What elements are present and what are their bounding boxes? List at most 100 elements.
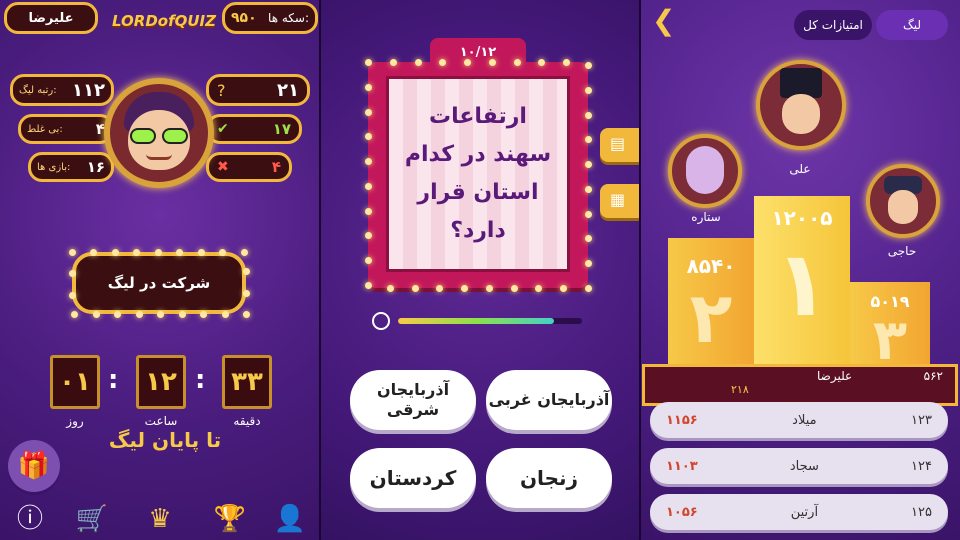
games-label: بازی ها: (37, 161, 71, 173)
remove-answers-button[interactable]: ▦ (600, 184, 640, 218)
gift-button[interactable]: 🎁 (8, 440, 60, 492)
coins-value: ۹۵۰ (231, 10, 257, 26)
marquee-bulb (436, 285, 444, 292)
marquee-bulb (389, 59, 397, 66)
marquee-bulb (585, 210, 592, 218)
third-place-avatar (866, 164, 940, 238)
marquee-bulb (243, 268, 250, 276)
second-place-name: ستاره (691, 210, 721, 224)
marquee-bulb (585, 136, 592, 144)
marquee-bulb (135, 311, 143, 318)
marquee-bulb (365, 83, 372, 91)
remove-answers-icon: ▦ (610, 190, 626, 209)
marquee-bulb (365, 182, 372, 190)
games-value: ۱۶ (86, 158, 105, 176)
marquee-bulb (243, 311, 250, 318)
incorrect-stat: ✖ ۴ (206, 152, 292, 182)
second-place-score: ۸۵۴۰ (686, 254, 736, 278)
timer-hours: ۱۲ (136, 355, 186, 409)
info-icon[interactable]: ⓘ (10, 502, 50, 536)
minutes-label: دقیقه (233, 414, 261, 428)
hours-label: ساعت (144, 414, 178, 428)
marquee-bulb (488, 59, 496, 66)
first-place-name: علی (789, 162, 811, 176)
marquee-bulb (365, 207, 372, 215)
marquee-bulb (178, 311, 186, 318)
marquee-bulb (365, 108, 372, 116)
user-avatar[interactable] (104, 78, 214, 188)
my-name: علیرضا (817, 369, 853, 383)
username-badge[interactable]: علیرضا (4, 2, 98, 34)
third-place-name: حاجی (887, 244, 917, 258)
question-icon: ? (217, 80, 226, 100)
marquee-bulb (157, 311, 165, 318)
trophy-icon[interactable]: 🏆 (210, 502, 250, 536)
marquee-bulb (411, 285, 419, 292)
answer-option-3[interactable]: زنجان (486, 448, 612, 508)
check-icon: ✔ (217, 121, 229, 137)
first-place-pedestal: ۱۲۰۰۵ ۱ (754, 196, 850, 388)
first-place-rank: ۱ (774, 232, 830, 337)
row-score: ۱۱۰۳ (666, 458, 698, 474)
home-screen: علیرضا LORDofQUIZ ۹۵۰ سکه ها: رتبه لیگ: … (0, 0, 320, 540)
marquee-bulb (111, 249, 119, 256)
marquee-bulb (240, 249, 248, 256)
back-chevron-icon[interactable]: ❮ (652, 6, 680, 36)
marquee-bulb (510, 285, 518, 292)
marquee-bulb (386, 285, 394, 292)
tab-total-scores[interactable]: امتیازات کل (794, 10, 872, 40)
question-frame: ارتفاعات سهند در کدام استان قرار دارد؟ (368, 62, 588, 288)
timer-separator: : (195, 365, 206, 395)
join-league-button[interactable]: شرکت در لیگ (72, 252, 246, 314)
coins-badge: ۹۵۰ سکه ها: (222, 2, 318, 34)
marquee-bulb (585, 86, 592, 94)
my-rank: ۵۶۲ (923, 369, 943, 383)
row-rank: ۱۲۳ (911, 412, 932, 428)
answer-option-1[interactable]: آذربایجان غربی (486, 370, 612, 430)
marquee-bulb (365, 282, 372, 289)
questions-stat: ? ۲۱ (206, 74, 310, 106)
my-score: ۲۱۸ (731, 383, 749, 396)
leaderboard-row[interactable]: ۱۰۵۶ آرتین ۱۲۵ (650, 494, 948, 530)
marquee-bulb (154, 249, 162, 256)
marquee-bulb (585, 260, 592, 268)
days-label: روز (66, 414, 84, 428)
marquee-bulb (414, 59, 422, 66)
time-bar (398, 318, 582, 324)
row-score: ۱۱۵۶ (666, 412, 698, 428)
profile-icon[interactable]: 👤 (270, 502, 310, 536)
marquee-bulb (585, 62, 592, 69)
second-place-rank: ۲ (689, 277, 733, 359)
marquee-bulb (585, 285, 592, 292)
first-place-avatar (756, 60, 846, 150)
league-ends-label: تا پایان لیگ (108, 428, 222, 452)
questions-value: ۲۱ (277, 79, 299, 101)
correct-stat: ✔ ۱۷ (206, 114, 302, 144)
leaderboard-row[interactable]: ۱۱۰۳ سجاد ۱۲۴ (650, 448, 948, 484)
answer-option-2[interactable]: آذربایجان شرقی (350, 370, 476, 430)
timer-minutes: ۳۳ (222, 355, 272, 409)
leaderboard-row[interactable]: ۱۱۵۶ میلاد ۱۲۳ (650, 402, 948, 438)
row-rank: ۱۲۴ (911, 458, 932, 474)
incorrect-value: ۴ (271, 158, 281, 176)
marquee-bulb (243, 289, 250, 297)
time-bar-fill (398, 318, 555, 324)
marquee-bulb (585, 161, 592, 169)
join-league-label: شرکت در لیگ (107, 274, 211, 292)
marquee-bulb (114, 311, 122, 318)
marquee-bulb (92, 311, 100, 318)
timer-separator: : (108, 365, 119, 395)
hint-icon: ▤ (610, 134, 626, 153)
podium-icon[interactable]: ♛ (140, 502, 180, 536)
username: علیرضا (28, 10, 74, 26)
marquee-bulb (69, 249, 76, 256)
third-place-rank: ۳ (872, 308, 908, 373)
tab-league[interactable]: لیگ (876, 10, 948, 40)
marquee-bulb (513, 59, 521, 66)
cart-icon[interactable]: 🛒 (72, 502, 112, 536)
my-rank-banner: ۵۶۲ علیرضا ۲۱۸ (642, 364, 958, 406)
hint-button[interactable]: ▤ (600, 128, 640, 162)
answer-option-4[interactable]: کردستان (350, 448, 476, 508)
games-stat: بازی ها: ۱۶ (28, 152, 114, 182)
row-score: ۱۰۵۶ (666, 504, 698, 520)
